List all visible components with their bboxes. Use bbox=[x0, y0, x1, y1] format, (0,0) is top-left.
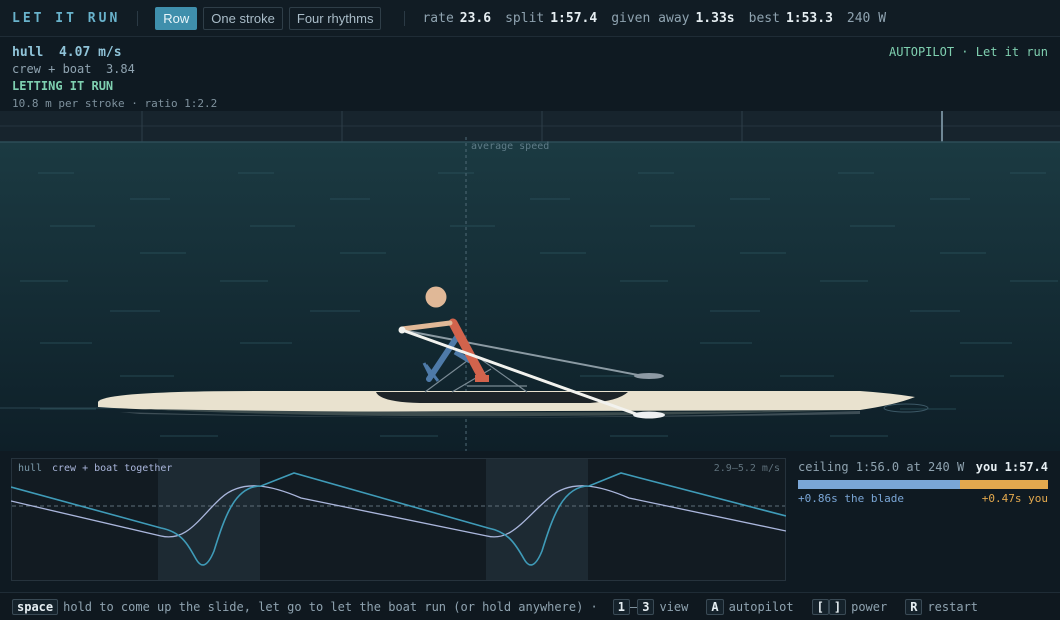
rowing-scene[interactable]: average speed bbox=[0, 111, 1060, 451]
power-down-key[interactable]: [ bbox=[811, 598, 829, 615]
restart-hint: restart bbox=[927, 599, 979, 614]
keyboard-hints: space hold to come up the slide, let go … bbox=[0, 592, 1060, 620]
app-title: LET IT RUN bbox=[12, 10, 121, 26]
autopilot-key[interactable]: A bbox=[706, 598, 724, 615]
loss-bar bbox=[798, 480, 1048, 489]
view-key-1[interactable]: 1 bbox=[612, 598, 630, 615]
view-key-3[interactable]: 3 bbox=[637, 598, 655, 615]
rate-value: 23.6 bbox=[459, 10, 492, 26]
average-speed-label: average speed bbox=[471, 141, 549, 152]
best-value: 1:53.3 bbox=[785, 10, 833, 26]
autopilot-hint: autopilot bbox=[728, 599, 794, 614]
divider bbox=[404, 10, 406, 26]
you-loss-segment bbox=[959, 480, 1048, 489]
oar-handle bbox=[398, 326, 406, 334]
hull-speed: hull 4.07 m/s bbox=[12, 44, 217, 61]
rower-seat bbox=[475, 375, 489, 382]
given-away-label: given away bbox=[611, 10, 690, 26]
stats-readout: rate 23.6 split 1:57.4 given away 1.33s … bbox=[422, 11, 886, 26]
far-blade bbox=[634, 373, 664, 379]
hull-value: 4.07 m/s bbox=[58, 45, 122, 60]
rower-head bbox=[425, 286, 447, 308]
tab-row[interactable]: Row bbox=[155, 6, 198, 30]
rate-label: rate bbox=[422, 10, 454, 26]
top-bar: LET IT RUN Row One stroke Four rhythms r… bbox=[0, 0, 1060, 37]
space-hint: hold to come up the slide, let go to let… bbox=[63, 599, 598, 614]
power-up-key[interactable]: ] bbox=[828, 598, 847, 615]
hull-label: hull bbox=[12, 45, 44, 60]
legend-crew: crew + boat together bbox=[52, 463, 172, 474]
blade-loss-text: +0.86s the blade bbox=[798, 492, 904, 505]
speed-graph: hull crew + boat together 2.9–5.2 m/s bbox=[10, 458, 787, 581]
tab-one-stroke[interactable]: One stroke bbox=[203, 6, 283, 30]
split-value: 1:57.4 bbox=[550, 10, 598, 26]
autopilot-indicator: AUTOPILOT · Let it run bbox=[889, 45, 1048, 59]
tab-four-rhythms[interactable]: Four rhythms bbox=[288, 6, 382, 30]
scene-canvas: average speed bbox=[0, 111, 1060, 451]
crew-speed: crew + boat 3.84 bbox=[12, 61, 217, 78]
stroke-info: 10.8 m per stroke · ratio 1:2.2 bbox=[12, 97, 218, 110]
given-away-value: 1.33s bbox=[695, 10, 735, 26]
speed-hud: hull 4.07 m/s crew + boat 3.84 LETTING I… bbox=[12, 44, 217, 112]
divider bbox=[137, 10, 139, 26]
crew-value: 3.84 bbox=[105, 62, 135, 76]
near-blade bbox=[633, 411, 665, 419]
view-hint: view bbox=[659, 599, 689, 614]
split-header: ceiling 1:56.0 at 240 W you 1:57.4 bbox=[798, 460, 1048, 474]
loss-labels: +0.86s the blade +0.47s you bbox=[798, 492, 1048, 505]
power-value: 240 W bbox=[846, 10, 887, 26]
you-loss-text: +0.47s you bbox=[981, 492, 1048, 505]
split-breakdown: ceiling 1:56.0 at 240 W you 1:57.4 +0.86… bbox=[798, 460, 1048, 505]
legend-hull: hull bbox=[18, 463, 42, 474]
best-label: best bbox=[748, 10, 780, 26]
restart-key[interactable]: R bbox=[905, 598, 923, 615]
space-key[interactable]: space bbox=[12, 598, 59, 615]
you-split: you 1:57.4 bbox=[975, 460, 1048, 474]
crew-label: crew + boat bbox=[12, 62, 92, 76]
power-hint: power bbox=[851, 599, 888, 614]
ceiling-text: ceiling 1:56.0 at 240 W bbox=[798, 460, 965, 474]
status-text: LETTING IT RUN bbox=[12, 79, 114, 93]
split-label: split bbox=[505, 10, 545, 26]
blade-loss-segment bbox=[798, 480, 960, 489]
speed-graph-canvas: hull crew + boat together 2.9–5.2 m/s bbox=[10, 458, 787, 581]
view-key-dash: – bbox=[629, 599, 638, 614]
graph-range: 2.9–5.2 m/s bbox=[714, 463, 780, 474]
